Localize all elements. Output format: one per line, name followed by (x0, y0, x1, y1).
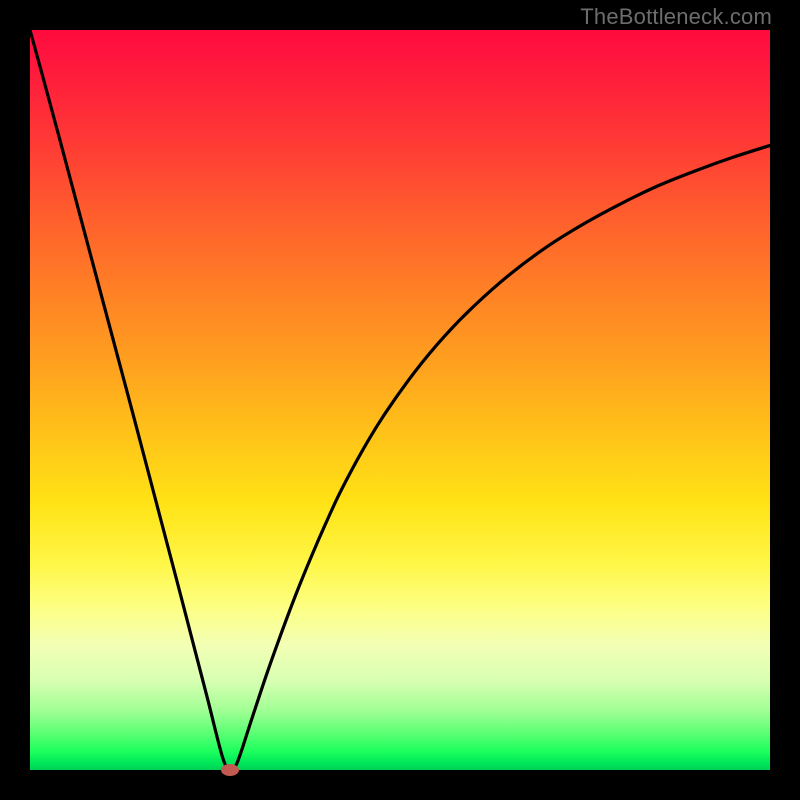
source-watermark: TheBottleneck.com (580, 4, 772, 30)
chart-frame: TheBottleneck.com (0, 0, 800, 800)
bottleneck-curve-svg (30, 30, 770, 770)
optimal-point-marker (221, 764, 239, 776)
bottleneck-curve-path (30, 30, 770, 770)
